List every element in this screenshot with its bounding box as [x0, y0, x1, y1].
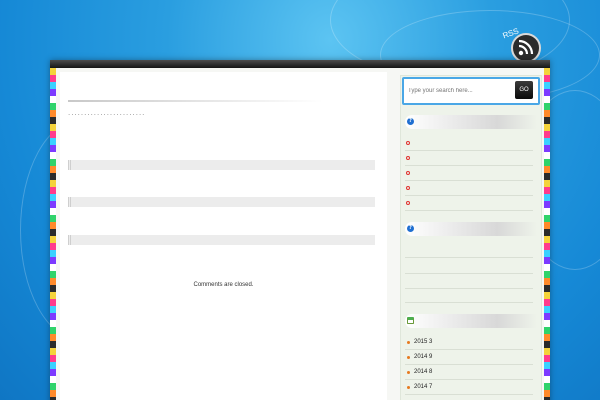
archive-item-label: 2014 9	[414, 354, 433, 360]
bullet-icon	[407, 386, 410, 389]
archive-list: 2015 3 2014 9 2014 8 2014 7	[405, 335, 533, 400]
left-decorative-stripe	[50, 68, 56, 400]
list-item[interactable]	[405, 136, 533, 151]
sidebar: GO ? ? 2015 3 2014 9	[400, 75, 542, 400]
title-divider	[68, 100, 323, 102]
list-item[interactable]	[405, 181, 533, 196]
archive-item-label: 2014 8	[414, 369, 433, 375]
widget-header: ?	[405, 222, 537, 236]
widget-list	[405, 136, 533, 211]
calendar-icon	[407, 317, 414, 324]
widget-header: ?	[405, 115, 537, 129]
archive-item-label: 2015 3	[414, 339, 433, 345]
widget-divider	[405, 257, 533, 258]
bullet-icon	[407, 341, 410, 344]
content-bar	[68, 235, 375, 245]
comments-closed-notice: Comments are closed.	[193, 282, 254, 288]
archive-item-label: 2014 7	[414, 384, 433, 390]
bullet-icon	[406, 156, 410, 160]
bullet-icon	[406, 186, 410, 190]
main-content: ........................ Comments are cl…	[60, 72, 387, 400]
rss-badge-icon[interactable]: RSS	[500, 22, 544, 64]
archive-item[interactable]: 2014 9	[405, 350, 533, 365]
bullet-icon	[407, 371, 410, 374]
bullet-icon	[406, 141, 410, 145]
list-item[interactable]	[405, 166, 533, 181]
right-decorative-stripe	[544, 68, 550, 400]
content-bar	[68, 197, 375, 207]
bullet-icon	[406, 171, 410, 175]
archive-item[interactable]	[405, 395, 533, 400]
frame-top-bar	[50, 60, 550, 68]
info-circle-icon: ?	[407, 118, 414, 125]
widget-divider	[405, 288, 533, 289]
info-circle-icon: ?	[407, 225, 414, 232]
widget-header	[405, 314, 537, 328]
widget-divider	[405, 302, 533, 303]
widget-divider	[405, 273, 533, 274]
list-item[interactable]	[405, 196, 533, 211]
archive-item[interactable]: 2014 7	[405, 380, 533, 395]
search-input[interactable]	[408, 84, 508, 98]
bullet-icon	[407, 356, 410, 359]
archive-item[interactable]: 2014 8	[405, 365, 533, 380]
list-item[interactable]	[405, 151, 533, 166]
content-bar	[68, 160, 375, 170]
post-meta: ........................	[68, 109, 146, 117]
content-frame: ........................ Comments are cl…	[50, 60, 550, 400]
rss-badge-graphic: RSS	[501, 26, 541, 63]
archive-item[interactable]: 2015 3	[405, 335, 533, 350]
bullet-icon	[406, 201, 410, 205]
search-go-button[interactable]: GO	[515, 81, 533, 99]
search-form: GO	[402, 77, 540, 105]
